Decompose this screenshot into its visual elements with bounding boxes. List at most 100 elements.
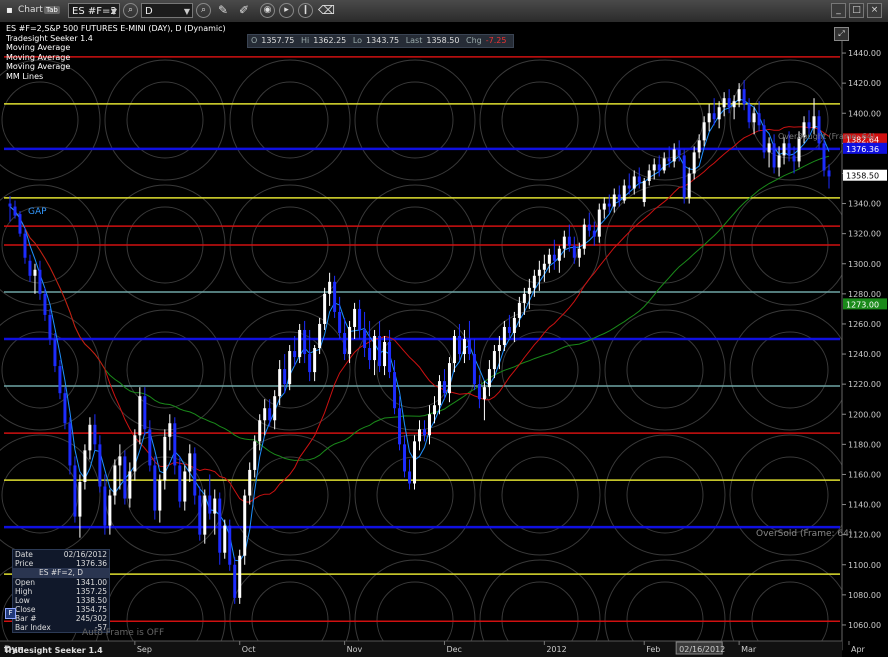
candle-body [557,248,561,261]
date-label: Date [15,550,33,559]
candle-body [28,260,32,276]
candle-body [472,354,476,385]
legend-seeker: Tradesight Seeker 1.4 [6,33,93,43]
y-tick-label: 1400.00 [848,109,881,118]
x-tick-label: Feb [646,645,660,654]
last-value: 1358.50 [426,36,460,45]
y-tick-label: 1160.00 [848,470,881,479]
change-value: -7.25 [485,36,507,45]
candle-body [492,351,496,370]
y-tick-label: 1220.00 [848,380,881,389]
candle-body [318,323,322,349]
minimize-button[interactable]: _ [831,3,846,18]
candle-body [408,471,412,484]
interval-combo[interactable]: D ▼ [141,3,193,18]
data-row-value: 1341.00 [75,578,107,587]
expand-icon[interactable]: ⤢ [834,27,849,41]
x-tick-label: Dec [446,645,461,654]
candle-body [73,465,77,517]
interval-lookup-icon[interactable]: ⌕ [196,3,211,18]
close-button[interactable]: × [867,3,882,18]
x-tick-label: Sep [137,645,152,654]
candle-body [702,122,706,141]
y-tick-label: 1180.00 [848,440,881,449]
oversold-label: OverSold (Frame: 64) [756,529,853,539]
x-tick-label: 02/16/2012 [679,645,725,654]
candle-body [163,436,167,481]
indicator-legend: ES #F=2,S&P 500 FUTURES E-MINI (DAY), D … [6,24,226,82]
pause-icon[interactable]: ❙ [298,3,313,18]
candle-body [507,326,511,333]
candle-body [223,525,227,553]
price-chart[interactable]: 1060.00 1080.00 1100.00 1120.00 1140.00 1160.… [0,22,888,657]
play-icon[interactable]: ▸ [279,3,294,18]
candle-body [632,176,636,189]
candle-body [527,287,531,294]
candle-body [657,164,661,171]
candle-body [482,387,486,400]
candle-body [188,453,192,472]
candle-body [83,450,87,482]
candle-body [168,423,172,437]
candle-body [692,152,696,174]
candle-body [762,125,766,153]
candle-body [442,381,446,394]
candle-body [627,185,631,189]
candle-body [707,113,711,123]
candle-body [248,469,252,496]
y-tick-label: 1300.00 [848,260,881,269]
candle-body [358,308,362,330]
candle-body [288,351,292,385]
maximize-button[interactable]: □ [849,3,864,18]
candle-body [767,143,771,153]
candle-body [398,408,402,445]
x-tick-label: Nov [347,645,363,654]
draw-pen-icon[interactable]: ✐ [239,3,249,17]
candle-body [403,444,407,472]
eraser-icon[interactable]: ⌫ [318,3,335,17]
candle-body [517,302,521,318]
candle-body [457,335,461,355]
candle-body [133,435,137,472]
frame-toggle[interactable]: F [5,608,16,619]
candle-body [572,245,576,258]
candle-body [63,393,67,424]
candle-body [413,441,417,484]
candle-body [328,281,332,294]
candle-body [772,143,776,168]
candle-body [88,424,92,451]
y-tick-label: 1060.00 [848,621,881,630]
symbol-combo[interactable]: ES #F=2 ▼ [68,3,120,18]
last-label: Last [405,36,423,45]
high-label: Hi [300,36,310,45]
candle-body [667,158,671,162]
candle-body [532,275,536,288]
symbol-lookup-icon[interactable]: ⌕ [123,3,138,18]
candle-body [717,107,721,120]
candle-body [612,194,616,207]
candle-body [827,170,831,177]
candle-body [592,230,596,237]
chevron-down-icon: ▼ [110,7,117,16]
candle-body [238,555,242,598]
x-tick-label: 2012 [546,645,566,654]
zoom-icon[interactable]: ◉ [260,3,275,18]
draw-pencil-icon[interactable]: ✎ [218,3,228,17]
candle-body [278,369,282,397]
candle-body [422,429,426,436]
candle-body [537,269,541,276]
candle-body [712,113,716,120]
y-tick-label: 1260.00 [848,320,881,329]
candle-body [752,113,756,123]
candle-body [467,339,471,355]
candle-body [198,495,202,535]
candle-body [263,408,267,421]
candle-body [48,314,52,339]
y-tick-label: 1280.00 [848,290,881,299]
candle-body [243,495,247,556]
candle-body [303,329,307,355]
data-window-symbol: ES #F=2, D [13,568,109,578]
candle-body [662,158,666,171]
candle-body [268,408,272,421]
candle-body [418,429,422,442]
